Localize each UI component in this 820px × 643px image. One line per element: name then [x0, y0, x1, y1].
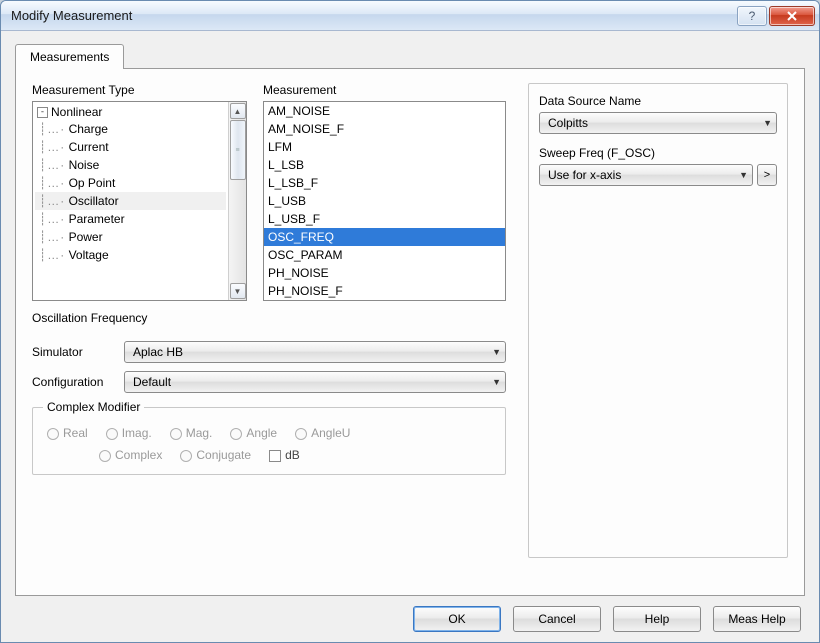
sweep-next-button[interactable]: > — [757, 164, 777, 186]
sweep-freq-combo[interactable]: Use for x-axis ▼ — [539, 164, 753, 186]
simulator-combo[interactable]: Aplac HB ▼ — [124, 341, 506, 363]
close-button[interactable] — [769, 6, 815, 26]
chevron-down-icon: ▼ — [492, 347, 501, 357]
help-button[interactable]: Help — [613, 606, 701, 632]
left-column: Measurement Type - Nonlinear ┊…· Charge … — [32, 83, 506, 581]
complex-modifier-fieldset: Complex Modifier Real Imag. Mag. Angle A… — [32, 407, 506, 475]
measurement-type-tree[interactable]: - Nonlinear ┊…· Charge ┊…· Current ┊…· N… — [32, 101, 247, 301]
tab-strip: Measurements — [15, 43, 805, 68]
chevron-down-icon: ▼ — [739, 170, 748, 180]
ok-button[interactable]: OK — [413, 606, 501, 632]
chevron-right-icon: > — [764, 169, 770, 181]
simulator-value: Aplac HB — [133, 345, 183, 359]
tree-item-voltage[interactable]: ┊…· Voltage — [35, 246, 226, 264]
sweep-freq-value: Use for x-axis — [548, 168, 621, 182]
chevron-down-icon: ▼ — [763, 118, 772, 128]
list-item[interactable]: PH_NOISE_F — [264, 282, 505, 300]
tree-item-charge[interactable]: ┊…· Charge — [35, 120, 226, 138]
tree-item-parameter[interactable]: ┊…· Parameter — [35, 210, 226, 228]
meas-help-button[interactable]: Meas Help — [713, 606, 801, 632]
tree-item-noise[interactable]: ┊…· Noise — [35, 156, 226, 174]
radio-real: Real — [47, 426, 88, 440]
measurement-type-section: Measurement Type - Nonlinear ┊…· Charge … — [32, 83, 247, 301]
top-row: Measurement Type - Nonlinear ┊…· Charge … — [32, 83, 506, 301]
tree-collapse-icon[interactable]: - — [37, 107, 48, 118]
tab-measurements[interactable]: Measurements — [15, 44, 124, 69]
radio-mag: Mag. — [170, 426, 213, 440]
list-item[interactable]: PH_NOISE — [264, 264, 505, 282]
radio-complex: Complex — [99, 448, 162, 462]
list-item[interactable]: L_LSB — [264, 156, 505, 174]
list-item[interactable]: LFM — [264, 138, 505, 156]
measurement-list-section: Measurement AM_NOISE AM_NOISE_F LFM L_LS… — [263, 83, 506, 301]
data-source-value: Colpitts — [548, 116, 588, 130]
help-button-icon[interactable]: ? — [737, 6, 767, 26]
configuration-value: Default — [133, 375, 171, 389]
data-source-label: Data Source Name — [539, 94, 777, 108]
sweep-freq-label: Sweep Freq (F_OSC) — [539, 146, 777, 160]
measurement-list[interactable]: AM_NOISE AM_NOISE_F LFM L_LSB L_LSB_F L_… — [263, 101, 506, 301]
data-source-combo[interactable]: Colpitts ▼ — [539, 112, 777, 134]
dialog-button-bar: OK Cancel Help Meas Help — [15, 606, 805, 632]
scroll-up-icon[interactable]: ▲ — [230, 103, 246, 119]
radio-angleu: AngleU — [295, 426, 350, 440]
close-icon — [786, 11, 798, 21]
radio-angle: Angle — [230, 426, 277, 440]
tree-content: - Nonlinear ┊…· Charge ┊…· Current ┊…· N… — [33, 102, 228, 300]
tree-item-current[interactable]: ┊…· Current — [35, 138, 226, 156]
tree-root-label: Nonlinear — [51, 105, 102, 119]
client-area: Measurements Measurement Type - Nonlinea… — [1, 31, 819, 642]
complex-modifier-legend: Complex Modifier — [43, 400, 144, 414]
configuration-combo[interactable]: Default ▼ — [124, 371, 506, 393]
measurement-type-label: Measurement Type — [32, 83, 247, 97]
dialog-window: Modify Measurement ? Measurements Measur… — [0, 0, 820, 643]
measurement-description: Oscillation Frequency — [32, 311, 506, 325]
chevron-down-icon: ▼ — [492, 377, 501, 387]
complex-row-2: Complex Conjugate dB — [47, 448, 491, 462]
titlebar: Modify Measurement ? — [1, 1, 819, 31]
checkbox-db: dB — [269, 448, 300, 462]
tree-root-nonlinear[interactable]: - Nonlinear — [35, 104, 226, 120]
list-item[interactable]: AM_NOISE_F — [264, 120, 505, 138]
list-item[interactable]: OSC_PARAM — [264, 246, 505, 264]
complex-row-1: Real Imag. Mag. Angle AngleU — [47, 426, 491, 440]
radio-conjugate: Conjugate — [180, 448, 251, 462]
radio-imag: Imag. — [106, 426, 152, 440]
list-item-selected[interactable]: OSC_FREQ — [264, 228, 505, 246]
tree-item-power[interactable]: ┊…· Power — [35, 228, 226, 246]
tree-item-oscillator[interactable]: ┊…· Oscillator — [35, 192, 226, 210]
configuration-label: Configuration — [32, 375, 124, 389]
tree-item-op-point[interactable]: ┊…· Op Point — [35, 174, 226, 192]
tab-panel: Measurement Type - Nonlinear ┊…· Charge … — [15, 68, 805, 596]
scroll-down-icon[interactable]: ▼ — [230, 283, 246, 299]
list-item[interactable]: AM_NOISE — [264, 102, 505, 120]
simulator-label: Simulator — [32, 345, 124, 359]
window-controls: ? — [737, 6, 815, 26]
measurement-list-label: Measurement — [263, 83, 506, 97]
scroll-thumb[interactable]: ≡ — [230, 120, 246, 180]
simulator-config-grid: Simulator Aplac HB ▼ Configuration Defau… — [32, 341, 506, 393]
list-item[interactable]: L_USB_F — [264, 210, 505, 228]
cancel-button[interactable]: Cancel — [513, 606, 601, 632]
list-item[interactable]: L_LSB_F — [264, 174, 505, 192]
right-column: Data Source Name Colpitts ▼ Sweep Freq (… — [528, 83, 788, 558]
tree-scrollbar[interactable]: ▲ ≡ ▼ — [228, 102, 246, 300]
window-title: Modify Measurement — [11, 8, 737, 23]
list-item[interactable]: L_USB — [264, 192, 505, 210]
